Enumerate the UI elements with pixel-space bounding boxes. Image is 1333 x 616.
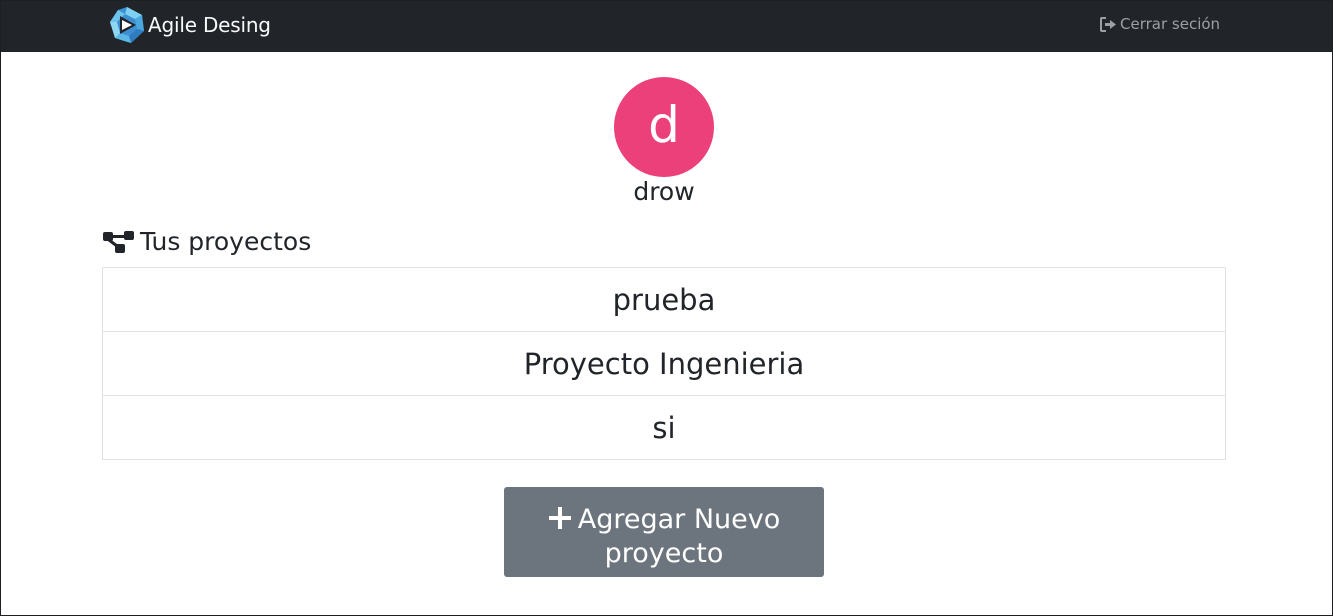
plus-icon: [548, 506, 571, 529]
avatar-letter: d: [648, 96, 680, 154]
project-item[interactable]: Proyecto Ingenieria: [103, 332, 1225, 396]
add-project-label-line1: Agregar Nuevo: [577, 503, 781, 535]
add-project-button[interactable]: Agregar Nuevo proyecto: [504, 487, 824, 577]
logout-label: Cerrar seción: [1120, 15, 1221, 33]
top-navbar: Agile Desing Cerrar seción: [1, 1, 1332, 52]
sign-out-icon: [1100, 16, 1116, 32]
brand-link[interactable]: Agile Desing: [107, 5, 271, 45]
add-project-label-line2: proyecto: [604, 537, 724, 569]
logout-link[interactable]: Cerrar seción: [1100, 15, 1220, 33]
brand-name: Agile Desing: [148, 13, 271, 37]
avatar: d: [614, 77, 714, 177]
projects-title: Tus proyectos: [140, 227, 312, 256]
projects-heading: Tus proyectos: [102, 227, 311, 256]
username: drow: [633, 177, 695, 206]
brand-logo-icon: [110, 7, 144, 43]
project-item[interactable]: si: [103, 396, 1225, 459]
sitemap-icon: [103, 231, 134, 253]
project-list: prueba Proyecto Ingenieria si: [102, 267, 1226, 460]
app-window: Agile Desing Cerrar seción d drow Tus pr…: [0, 0, 1333, 616]
project-item[interactable]: prueba: [103, 268, 1225, 332]
